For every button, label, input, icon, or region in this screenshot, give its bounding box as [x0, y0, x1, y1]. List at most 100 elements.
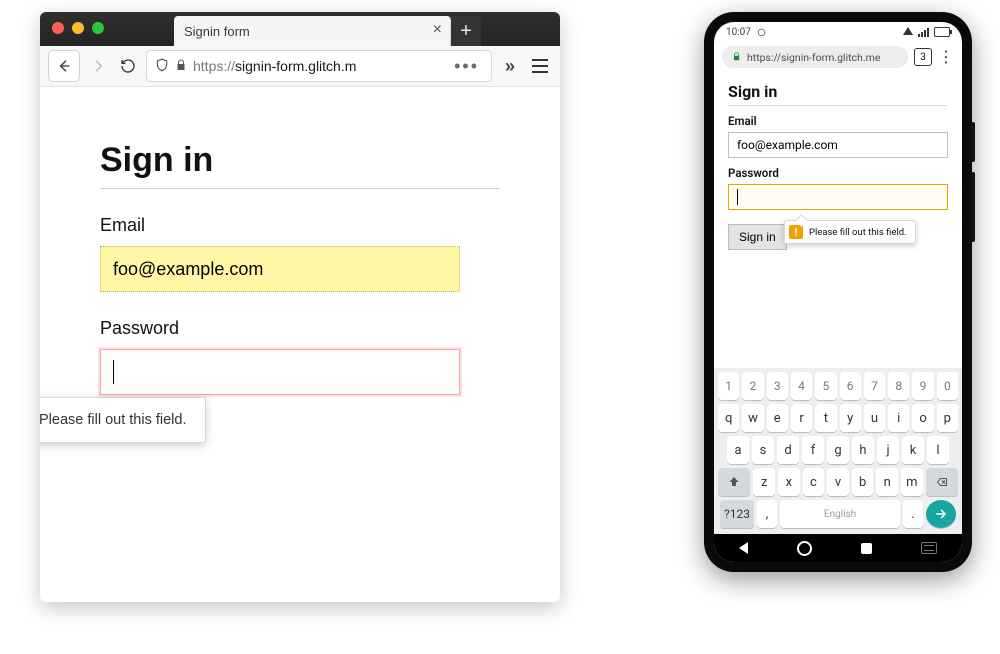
key-j[interactable]: j: [877, 436, 899, 464]
key-f[interactable]: f: [802, 436, 824, 464]
mobile-url-bar[interactable]: https://signin-form.glitch.me: [722, 46, 908, 68]
key-v[interactable]: v: [827, 468, 849, 496]
nav-recents-button[interactable]: [861, 543, 872, 554]
key-8[interactable]: 8: [888, 372, 909, 400]
key-y[interactable]: y: [840, 404, 861, 432]
close-window-button[interactable]: [52, 22, 64, 34]
password-field[interactable]: [728, 184, 948, 210]
key-2[interactable]: 2: [742, 372, 763, 400]
key-w[interactable]: w: [742, 404, 763, 432]
phone-screen: 10:07 https://signin-form.glitch.me 3 ⋮ …: [714, 22, 962, 562]
key-r[interactable]: r: [791, 404, 812, 432]
minimize-window-button[interactable]: [72, 22, 84, 34]
app-menu-button[interactable]: [528, 51, 552, 81]
key-i[interactable]: i: [888, 404, 909, 432]
window-controls: [52, 22, 104, 34]
email-field[interactable]: [100, 246, 460, 292]
key-9[interactable]: 9: [912, 372, 933, 400]
browser-toolbar: https://signin-form.glitch.m ••• »: [40, 46, 560, 87]
new-tab-button[interactable]: +: [451, 16, 481, 46]
nav-home-button[interactable]: [797, 541, 812, 556]
go-key[interactable]: [926, 500, 956, 528]
key-m[interactable]: m: [901, 468, 923, 496]
key-t[interactable]: t: [815, 404, 836, 432]
status-clock: 10:07: [726, 27, 751, 38]
password-label: Password: [728, 166, 948, 180]
hamburger-icon: [529, 59, 551, 73]
maximize-window-button[interactable]: [92, 22, 104, 34]
text-caret: [737, 189, 738, 205]
password-label: Password: [100, 318, 500, 339]
key-p[interactable]: p: [937, 404, 958, 432]
backspace-key[interactable]: [926, 468, 958, 496]
key-5[interactable]: 5: [815, 372, 836, 400]
key-k[interactable]: k: [902, 436, 924, 464]
key-q[interactable]: q: [718, 404, 739, 432]
key-e[interactable]: e: [767, 404, 788, 432]
key-4[interactable]: 4: [791, 372, 812, 400]
shift-key[interactable]: [718, 468, 750, 496]
validation-message: Please fill out this field.: [809, 227, 907, 238]
status-bar: 10:07: [714, 22, 962, 42]
key-h[interactable]: h: [852, 436, 874, 464]
browser-tab[interactable]: Signin form ×: [174, 16, 451, 46]
url-bar[interactable]: https://signin-form.glitch.m •••: [146, 50, 492, 82]
arrow-left-icon: [56, 58, 72, 74]
key-g[interactable]: g: [827, 436, 849, 464]
key-u[interactable]: u: [864, 404, 885, 432]
key-7[interactable]: 7: [864, 372, 885, 400]
key-c[interactable]: c: [803, 468, 825, 496]
key-n[interactable]: n: [876, 468, 898, 496]
email-field[interactable]: [728, 132, 948, 158]
key-s[interactable]: s: [752, 436, 774, 464]
reload-button[interactable]: [116, 51, 140, 81]
arrow-right-icon: [90, 58, 106, 74]
notification-icon: [757, 28, 766, 37]
password-field[interactable]: [100, 349, 460, 395]
mobile-url-row: https://signin-form.glitch.me 3 ⋮: [714, 42, 962, 72]
key-a[interactable]: a: [727, 436, 749, 464]
key-1[interactable]: 1: [718, 372, 739, 400]
key-z[interactable]: z: [753, 468, 775, 496]
key-l[interactable]: l: [927, 436, 949, 464]
symbols-key[interactable]: ?123: [720, 500, 754, 528]
shift-icon: [728, 476, 740, 488]
key-x[interactable]: x: [778, 468, 800, 496]
back-button[interactable]: [48, 50, 80, 82]
tab-bar: Signin form × +: [40, 12, 560, 46]
phone-side-button: [971, 172, 975, 242]
tracking-shield-icon[interactable]: [155, 58, 169, 75]
space-key[interactable]: English: [780, 500, 900, 528]
key-6[interactable]: 6: [840, 372, 861, 400]
more-menu-button[interactable]: ⋮: [938, 52, 954, 62]
key-3[interactable]: 3: [767, 372, 788, 400]
divider: [100, 188, 500, 189]
period-key[interactable]: .: [903, 500, 923, 528]
key-d[interactable]: d: [777, 436, 799, 464]
mobile-url-text: https://signin-form.glitch.me: [747, 51, 880, 64]
backspace-icon: [935, 476, 949, 488]
comma-key[interactable]: ,: [757, 500, 777, 528]
nav-keyboard-button[interactable]: [921, 542, 937, 554]
nav-back-button[interactable]: [739, 542, 748, 554]
page-actions-icon[interactable]: •••: [450, 56, 483, 77]
arrow-right-icon: [934, 507, 948, 521]
validation-tooltip: ! Please fill out this field.: [784, 220, 916, 244]
url-text: https://signin-form.glitch.m: [193, 58, 356, 74]
key-0[interactable]: 0: [937, 372, 958, 400]
key-b[interactable]: b: [852, 468, 874, 496]
signal-icon: [918, 28, 929, 37]
tab-title: Signin form: [184, 24, 250, 39]
email-label: Email: [728, 114, 948, 128]
signin-button[interactable]: Sign in: [728, 224, 787, 250]
warning-icon: !: [789, 225, 803, 239]
reload-icon: [120, 58, 136, 74]
tab-count-button[interactable]: 3: [914, 48, 932, 66]
key-o[interactable]: o: [912, 404, 933, 432]
page-title: Sign in: [728, 82, 948, 101]
close-tab-icon[interactable]: ×: [433, 21, 442, 39]
forward-button[interactable]: [86, 51, 110, 81]
divider: [728, 105, 948, 106]
mobile-page-content: Sign in Email Password Sign in ! Please …: [714, 72, 962, 256]
overflow-button[interactable]: »: [498, 51, 522, 81]
